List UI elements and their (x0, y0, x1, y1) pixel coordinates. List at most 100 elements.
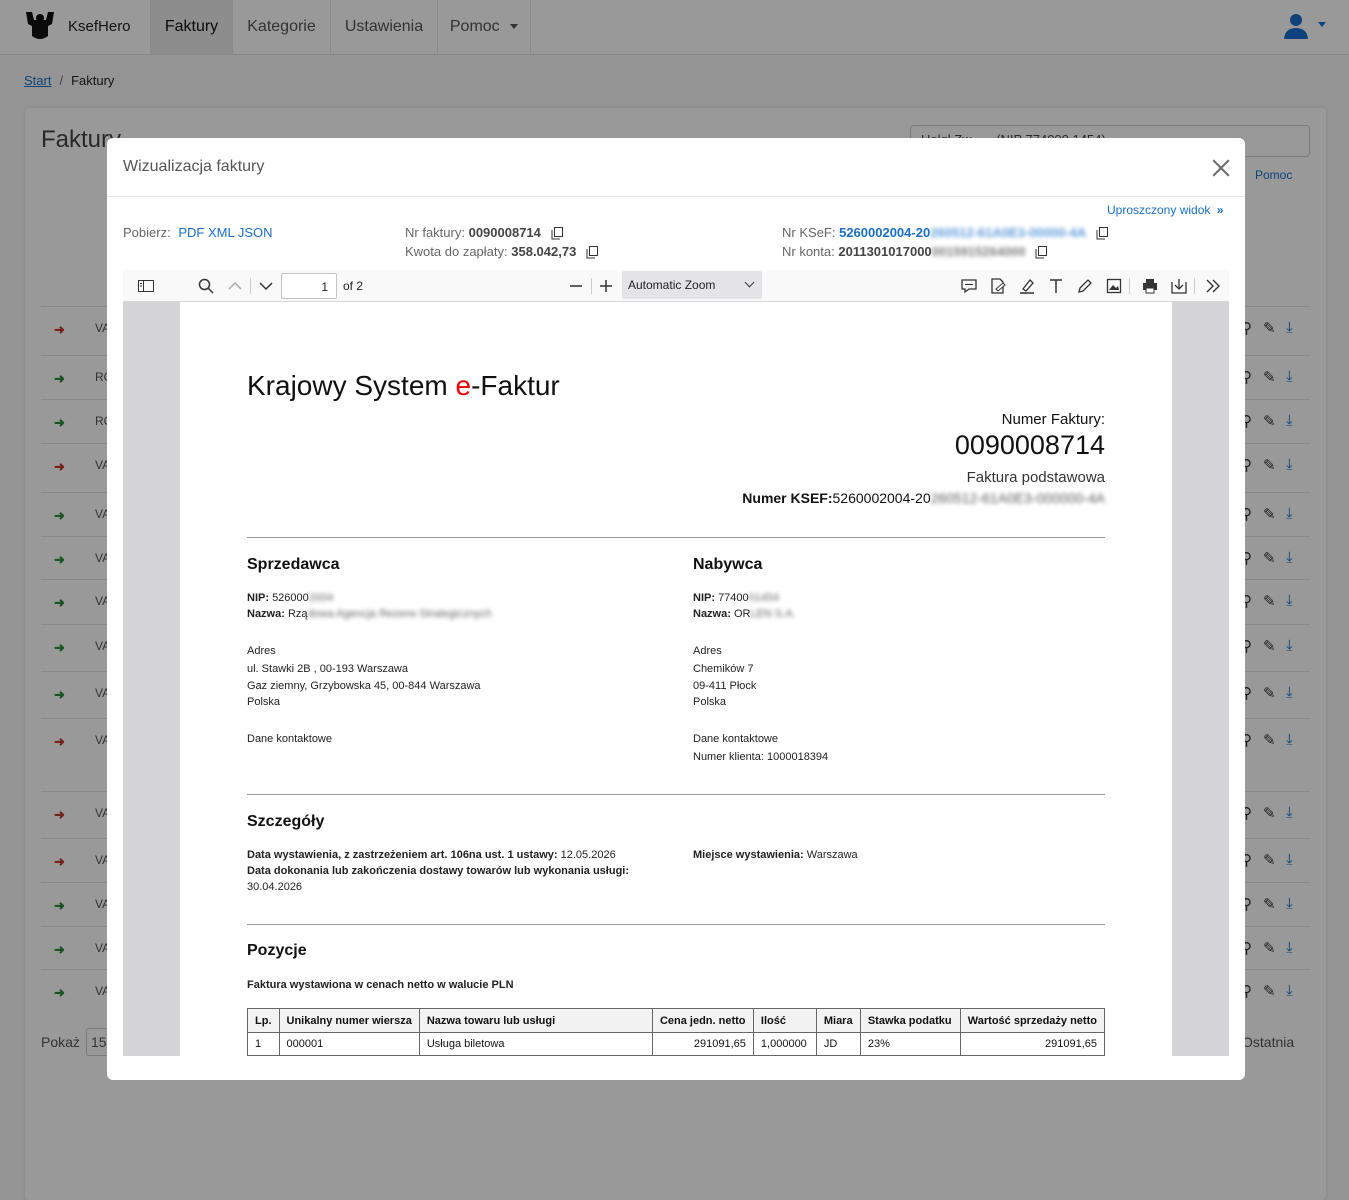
column-header: Cena jedn. netto (651, 1008, 754, 1033)
copy-icon[interactable] (586, 246, 598, 259)
buyer-address-heading: Adres (693, 645, 722, 657)
image-icon[interactable] (1105, 277, 1123, 295)
buyer-name-visible: OR (733, 608, 751, 620)
buyer-name-hidden: LEN S.A. (750, 608, 796, 620)
account-visible: 2011301017000 (838, 244, 932, 259)
save-icon[interactable] (1170, 277, 1188, 295)
buyer-address-line: 09-411 Płock (693, 680, 757, 692)
buyer-name-label: Nazwa: (693, 608, 731, 620)
ksef-number-link[interactable]: 5260002004-20260512-61A0E3-00000-4A (839, 225, 1086, 240)
toolbar-separator (1194, 278, 1195, 294)
issue-place-label: Miejsce wystawienia: (693, 849, 804, 861)
zoom-out-icon[interactable] (567, 277, 585, 295)
account-label: Nr konta: (782, 244, 835, 259)
toolbar-separator (250, 278, 251, 294)
invoice-number-label: Numer Faktury: (1001, 411, 1105, 428)
page-count: of 2 (343, 279, 364, 293)
print-icon[interactable] (1141, 277, 1159, 295)
download-row: Pobierz: PDF XML JSON (123, 225, 273, 240)
ksef-logo: Krajowy System e-Faktur (247, 370, 560, 402)
seller-nip-label: NIP: (247, 592, 269, 604)
tools-menu-icon[interactable] (1204, 277, 1222, 295)
invoice-preview-modal: Wizualizacja faktury Uproszczony widok »… (107, 138, 1245, 1080)
buyer-client-number-value: 1000018394 (766, 751, 829, 763)
table-row: 1 000001 Usługa biletowa 291091,65 1,000… (247, 1032, 1106, 1056)
table-cell: JD (815, 1032, 861, 1056)
pdf-toolbar: 1 of 2 Automatic Zoom (123, 270, 1229, 302)
draw-icon[interactable] (1076, 277, 1094, 295)
delivery-date-value: 30.04.2026 (247, 881, 303, 893)
simplified-view-link[interactable]: Uproszczony widok » (1107, 203, 1223, 217)
download-label: Pobierz: (123, 225, 171, 240)
sidebar-toggle-icon[interactable] (137, 277, 155, 295)
close-icon[interactable] (1211, 158, 1231, 178)
seller-nip-visible: 526000 (272, 592, 309, 604)
buyer-name: Nazwa: ORLEN S.A. (693, 606, 796, 623)
download-xml-link[interactable]: XML (208, 225, 234, 240)
column-header: Wartość sprzedaży netto (959, 1008, 1106, 1033)
seller-address-line: Gaz ziemny, Grzybowska 45, 00-844 Warsza… (247, 680, 481, 692)
issue-date: Data wystawienia, z zastrzeżeniem art. 1… (247, 847, 616, 864)
positions-note: Faktura wystawiona w cenach netto w walu… (247, 977, 514, 994)
seller-name: Nazwa: Rządowa Agencja Rezerw Strategicz… (247, 606, 492, 623)
seller-nip-hidden: 2004 (308, 592, 334, 604)
modal-header: Wizualizacja faktury (107, 138, 1245, 197)
column-header: Unikalny numer wiersza (278, 1008, 420, 1033)
table-cell: 23% (859, 1032, 961, 1056)
account-hidden: 0015915264000 (931, 244, 1026, 259)
seller-address-heading: Adres (247, 645, 276, 657)
comment-icon[interactable] (960, 277, 978, 295)
search-icon[interactable] (197, 277, 215, 295)
column-header: Stawka podatku (859, 1008, 961, 1033)
column-header: Lp. (247, 1008, 280, 1033)
seller-name-visible: Rzą (287, 608, 308, 620)
invoice-type: Faktura podstawowa (966, 469, 1105, 486)
previous-page-icon[interactable] (226, 277, 244, 295)
pdf-page: Krajowy System e-Faktur Numer Faktury: 0… (180, 302, 1172, 1056)
toolbar-separator (591, 278, 592, 294)
invoice-ksef-visible: 5260002004-20 (832, 490, 931, 506)
ksef-logo-suffix: -Faktur (471, 370, 560, 401)
copy-icon[interactable] (1035, 246, 1048, 259)
signature-icon[interactable] (989, 277, 1007, 295)
buyer-heading: Nabywca (693, 556, 763, 573)
ksef-number-label: Nr KSeF: (782, 225, 836, 240)
copy-icon[interactable] (551, 227, 563, 240)
buyer-contact-heading: Dane kontaktowe (693, 733, 778, 745)
next-page-icon[interactable] (257, 277, 275, 295)
amount-row: Kwota do zapłaty: 358.042,73 (405, 244, 598, 259)
ksef-number-hidden: 260512-61A0E3-00000-4A (930, 225, 1087, 240)
buyer-nip-visible: 77400 (718, 592, 749, 604)
ksef-number-visible: 5260002004-20 (839, 225, 931, 240)
zoom-value: Automatic Zoom (628, 278, 716, 292)
ksef-logo-prefix: Krajowy System (247, 370, 456, 401)
seller-address-line: Polska (247, 696, 281, 708)
issue-date-value: 12.05.2026 (560, 849, 616, 861)
seller-contact-heading: Dane kontaktowe (247, 733, 332, 745)
pdf-content-area[interactable]: Krajowy System e-Faktur Numer Faktury: 0… (123, 302, 1229, 1056)
amount-value: 358.042,73 (511, 244, 577, 259)
invoice-number: 0090008714 (954, 430, 1105, 460)
text-icon[interactable] (1047, 277, 1065, 295)
table-cell: Usługa biletowa (418, 1032, 653, 1056)
positions-note-text: Faktura wystawiona w cenach netto w walu… (247, 979, 514, 991)
double-chevron-right-icon: » (1216, 203, 1224, 217)
seller-address-line: ul. Stawki 2B , 00-193 Warszawa (247, 663, 408, 675)
simplified-view-label: Uproszczony widok (1107, 203, 1211, 217)
buyer-client-number: Numer klienta: 1000018394 (693, 749, 828, 766)
modal-title: Wizualizacja faktury (123, 158, 265, 175)
download-pdf-link[interactable]: PDF (178, 225, 204, 240)
seller-name-hidden: dowa Agencja Rezerw Strategicznych (307, 608, 492, 620)
amount-label: Kwota do zapłaty: (405, 244, 508, 259)
column-header: Ilość (752, 1008, 817, 1033)
download-json-link[interactable]: JSON (238, 225, 273, 240)
zoom-in-icon[interactable] (597, 277, 615, 295)
delivery-date-label: Data dokonania lub zakończenia dostawy t… (247, 863, 629, 880)
highlight-icon[interactable] (1018, 277, 1036, 295)
column-header: Miara (815, 1008, 861, 1033)
page-number-input[interactable]: 1 (281, 273, 337, 299)
zoom-select[interactable]: Automatic Zoom (622, 271, 762, 299)
copy-icon[interactable] (1096, 227, 1108, 240)
buyer-address-line: Polska (693, 696, 727, 708)
buyer-nip-hidden: 01454 (748, 592, 780, 604)
